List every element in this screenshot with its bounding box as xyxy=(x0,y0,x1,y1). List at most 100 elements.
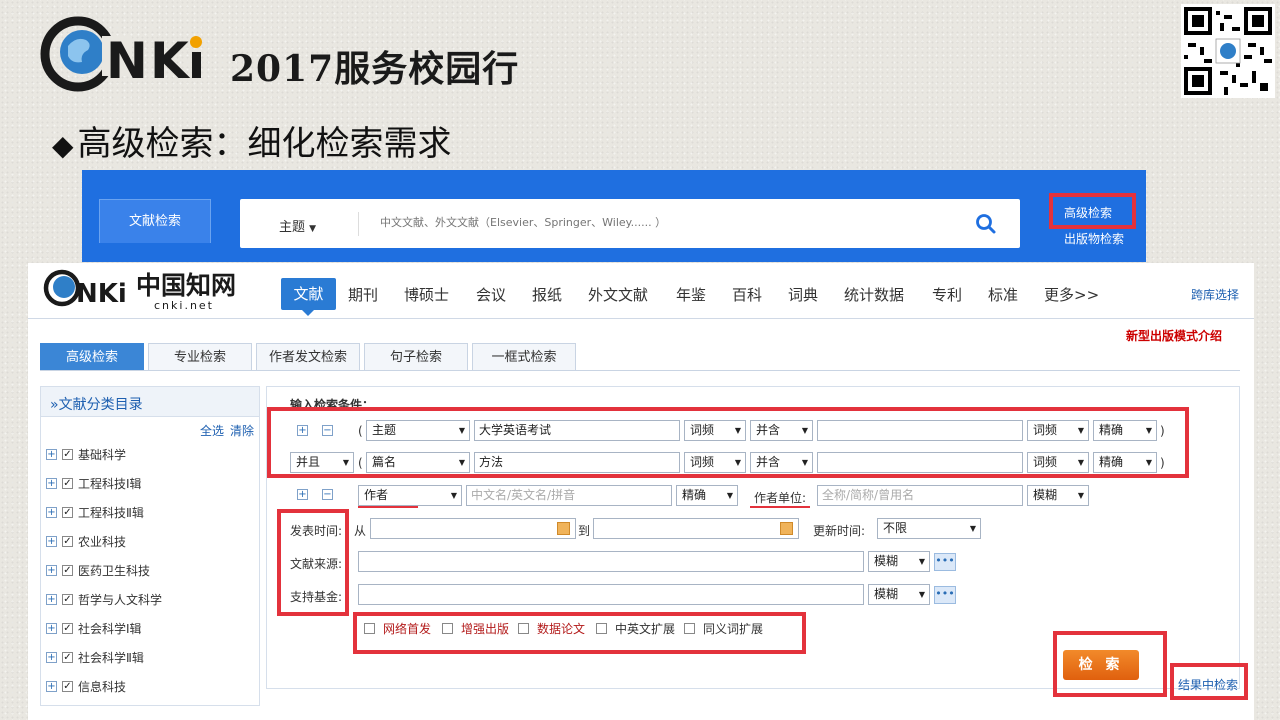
svg-text:NKi: NKi xyxy=(76,279,127,309)
search-field-select[interactable]: 主题 ▼ xyxy=(279,216,316,235)
underline-mark xyxy=(750,506,810,508)
highlight-box xyxy=(1053,631,1167,697)
checkbox-checked[interactable]: ✓ xyxy=(62,593,73,605)
search-icon[interactable] xyxy=(974,212,998,236)
publication-search-link[interactable]: 出版物检索 xyxy=(1064,230,1124,247)
fund-more-button[interactable]: ••• xyxy=(934,586,956,604)
underline-mark xyxy=(358,506,418,508)
author-input[interactable]: 中文名/英文名/拼音 xyxy=(466,485,672,506)
author-field-select[interactable]: 作者 xyxy=(358,485,462,506)
subtab-divider xyxy=(40,370,1240,371)
calendar-icon[interactable] xyxy=(557,522,570,535)
checkbox-checked[interactable]: ✓ xyxy=(62,448,73,460)
update-time-label: 更新时间: xyxy=(813,524,866,538)
expand-icon[interactable]: + xyxy=(46,593,57,605)
source-input[interactable] xyxy=(358,551,864,572)
add-row-icon[interactable]: + xyxy=(297,489,308,500)
subtab-advanced[interactable]: 高级检索 xyxy=(40,343,144,371)
checkbox-checked[interactable]: ✓ xyxy=(62,506,73,518)
svg-text:中国知网: 中国知网 xyxy=(136,271,236,300)
select-all-link[interactable]: 全选 xyxy=(200,422,224,439)
subtab-sentence[interactable]: 句子检索 xyxy=(364,343,468,371)
svg-text:cnki.net: cnki.net xyxy=(154,299,214,312)
expand-icon[interactable]: + xyxy=(46,506,57,518)
tab-literature-search[interactable]: 文献检索 xyxy=(99,199,211,243)
nav-item-yearbook[interactable]: 年鉴 xyxy=(676,284,706,305)
nav-item-statistics[interactable]: 统计数据 xyxy=(844,284,904,305)
category-item[interactable]: + ✓ 工程科技Ⅱ辑 xyxy=(46,504,144,520)
expand-icon[interactable]: + xyxy=(46,651,57,663)
remove-row-icon[interactable]: − xyxy=(322,489,333,500)
calendar-icon[interactable] xyxy=(780,522,793,535)
expand-icon[interactable]: + xyxy=(46,535,57,547)
cnki-site-logo[interactable]: NKi 中国知网 cnki.net xyxy=(42,266,252,312)
new-model-link[interactable]: 新型出版模式介绍 xyxy=(1126,327,1222,344)
author-match-select[interactable]: 精确 xyxy=(676,485,738,506)
nav-item-newspaper[interactable]: 报纸 xyxy=(532,284,562,305)
fund-match-select[interactable]: 模糊 xyxy=(868,584,930,605)
category-item[interactable]: + ✓ 社会科学Ⅱ辑 xyxy=(46,649,144,665)
nav-item-literature[interactable]: 文献 xyxy=(281,278,336,310)
clear-link[interactable]: 清除 xyxy=(230,422,254,439)
highlight-box xyxy=(1049,193,1136,229)
author-unit-input[interactable]: 全称/简称/曾用名 xyxy=(817,485,1023,506)
category-title: »文献分类目录 xyxy=(50,397,143,413)
highlight-box xyxy=(353,612,806,654)
highlight-box xyxy=(277,509,349,616)
category-item[interactable]: + ✓ 基础科学 xyxy=(46,446,126,462)
author-unit-label: 作者单位: xyxy=(754,491,807,505)
nav-item-journal[interactable]: 期刊 xyxy=(348,284,378,305)
checkbox-checked[interactable]: ✓ xyxy=(62,564,73,576)
slide-subtitle: ◆ 高级检索：细化检索需求 xyxy=(52,124,452,164)
expand-icon[interactable]: + xyxy=(46,448,57,460)
date-from-input[interactable] xyxy=(370,518,576,539)
cnki-logo: N K xyxy=(40,16,202,92)
caret-down-icon: ▼ xyxy=(309,224,317,234)
svg-text:K: K xyxy=(150,32,191,90)
category-item[interactable]: + ✓ 农业科技 xyxy=(46,533,126,549)
nav-item-standard[interactable]: 标准 xyxy=(988,284,1018,305)
nav-active-arrow xyxy=(302,310,314,316)
expand-icon[interactable]: + xyxy=(46,477,57,489)
expand-icon[interactable]: + xyxy=(46,622,57,634)
update-time-select[interactable]: 不限 xyxy=(877,518,981,539)
nav-item-conference[interactable]: 会议 xyxy=(476,284,506,305)
date-to-input[interactable] xyxy=(593,518,799,539)
nav-item-dictionary[interactable]: 词典 xyxy=(788,284,818,305)
search-input[interactable] xyxy=(380,216,940,229)
expand-icon[interactable]: + xyxy=(46,680,57,692)
checkbox-checked[interactable]: ✓ xyxy=(62,651,73,663)
fund-input[interactable] xyxy=(358,584,864,605)
checkbox-checked[interactable]: ✓ xyxy=(62,535,73,547)
nav-item-foreign[interactable]: 外文文献 xyxy=(588,284,648,305)
expand-icon[interactable]: + xyxy=(46,564,57,576)
svg-text:N: N xyxy=(106,32,148,90)
category-item[interactable]: + ✓ 社会科学Ⅰ辑 xyxy=(46,620,142,636)
cross-database-link[interactable]: 跨库选择 xyxy=(1191,286,1239,303)
source-more-button[interactable]: ••• xyxy=(934,553,956,571)
subtab-professional[interactable]: 专业检索 xyxy=(148,343,252,371)
divider xyxy=(358,212,359,236)
category-item[interactable]: + ✓ 哲学与人文科学 xyxy=(46,591,162,607)
nav-item-thesis[interactable]: 博硕士 xyxy=(404,284,449,305)
category-item[interactable]: + ✓ 医药卫生科技 xyxy=(46,562,150,578)
source-match-select[interactable]: 模糊 xyxy=(868,551,930,572)
slide-title: 2017服务校园行 xyxy=(230,48,520,90)
diamond-icon: ◆ xyxy=(52,129,74,162)
author-unit-match-select[interactable]: 模糊 xyxy=(1027,485,1089,506)
category-item[interactable]: + ✓ 信息科技 xyxy=(46,678,126,694)
category-item[interactable]: + ✓ 工程科技Ⅰ辑 xyxy=(46,475,142,491)
checkbox-checked[interactable]: ✓ xyxy=(62,622,73,634)
checkbox-checked[interactable]: ✓ xyxy=(62,680,73,692)
nav-item-encyclopedia[interactable]: 百科 xyxy=(732,284,762,305)
date-from-label: 从 xyxy=(354,524,367,538)
highlight-box xyxy=(1170,663,1248,700)
nav-item-patent[interactable]: 专利 xyxy=(932,284,962,305)
nav-item-more[interactable]: 更多>> xyxy=(1044,284,1099,305)
date-to-label: 到 xyxy=(578,524,591,538)
subtab-one-box[interactable]: 一框式检索 xyxy=(472,343,576,371)
qr-code xyxy=(1181,4,1275,98)
nav-divider xyxy=(28,318,1254,319)
checkbox-checked[interactable]: ✓ xyxy=(62,477,73,489)
subtab-author[interactable]: 作者发文检索 xyxy=(256,343,360,371)
